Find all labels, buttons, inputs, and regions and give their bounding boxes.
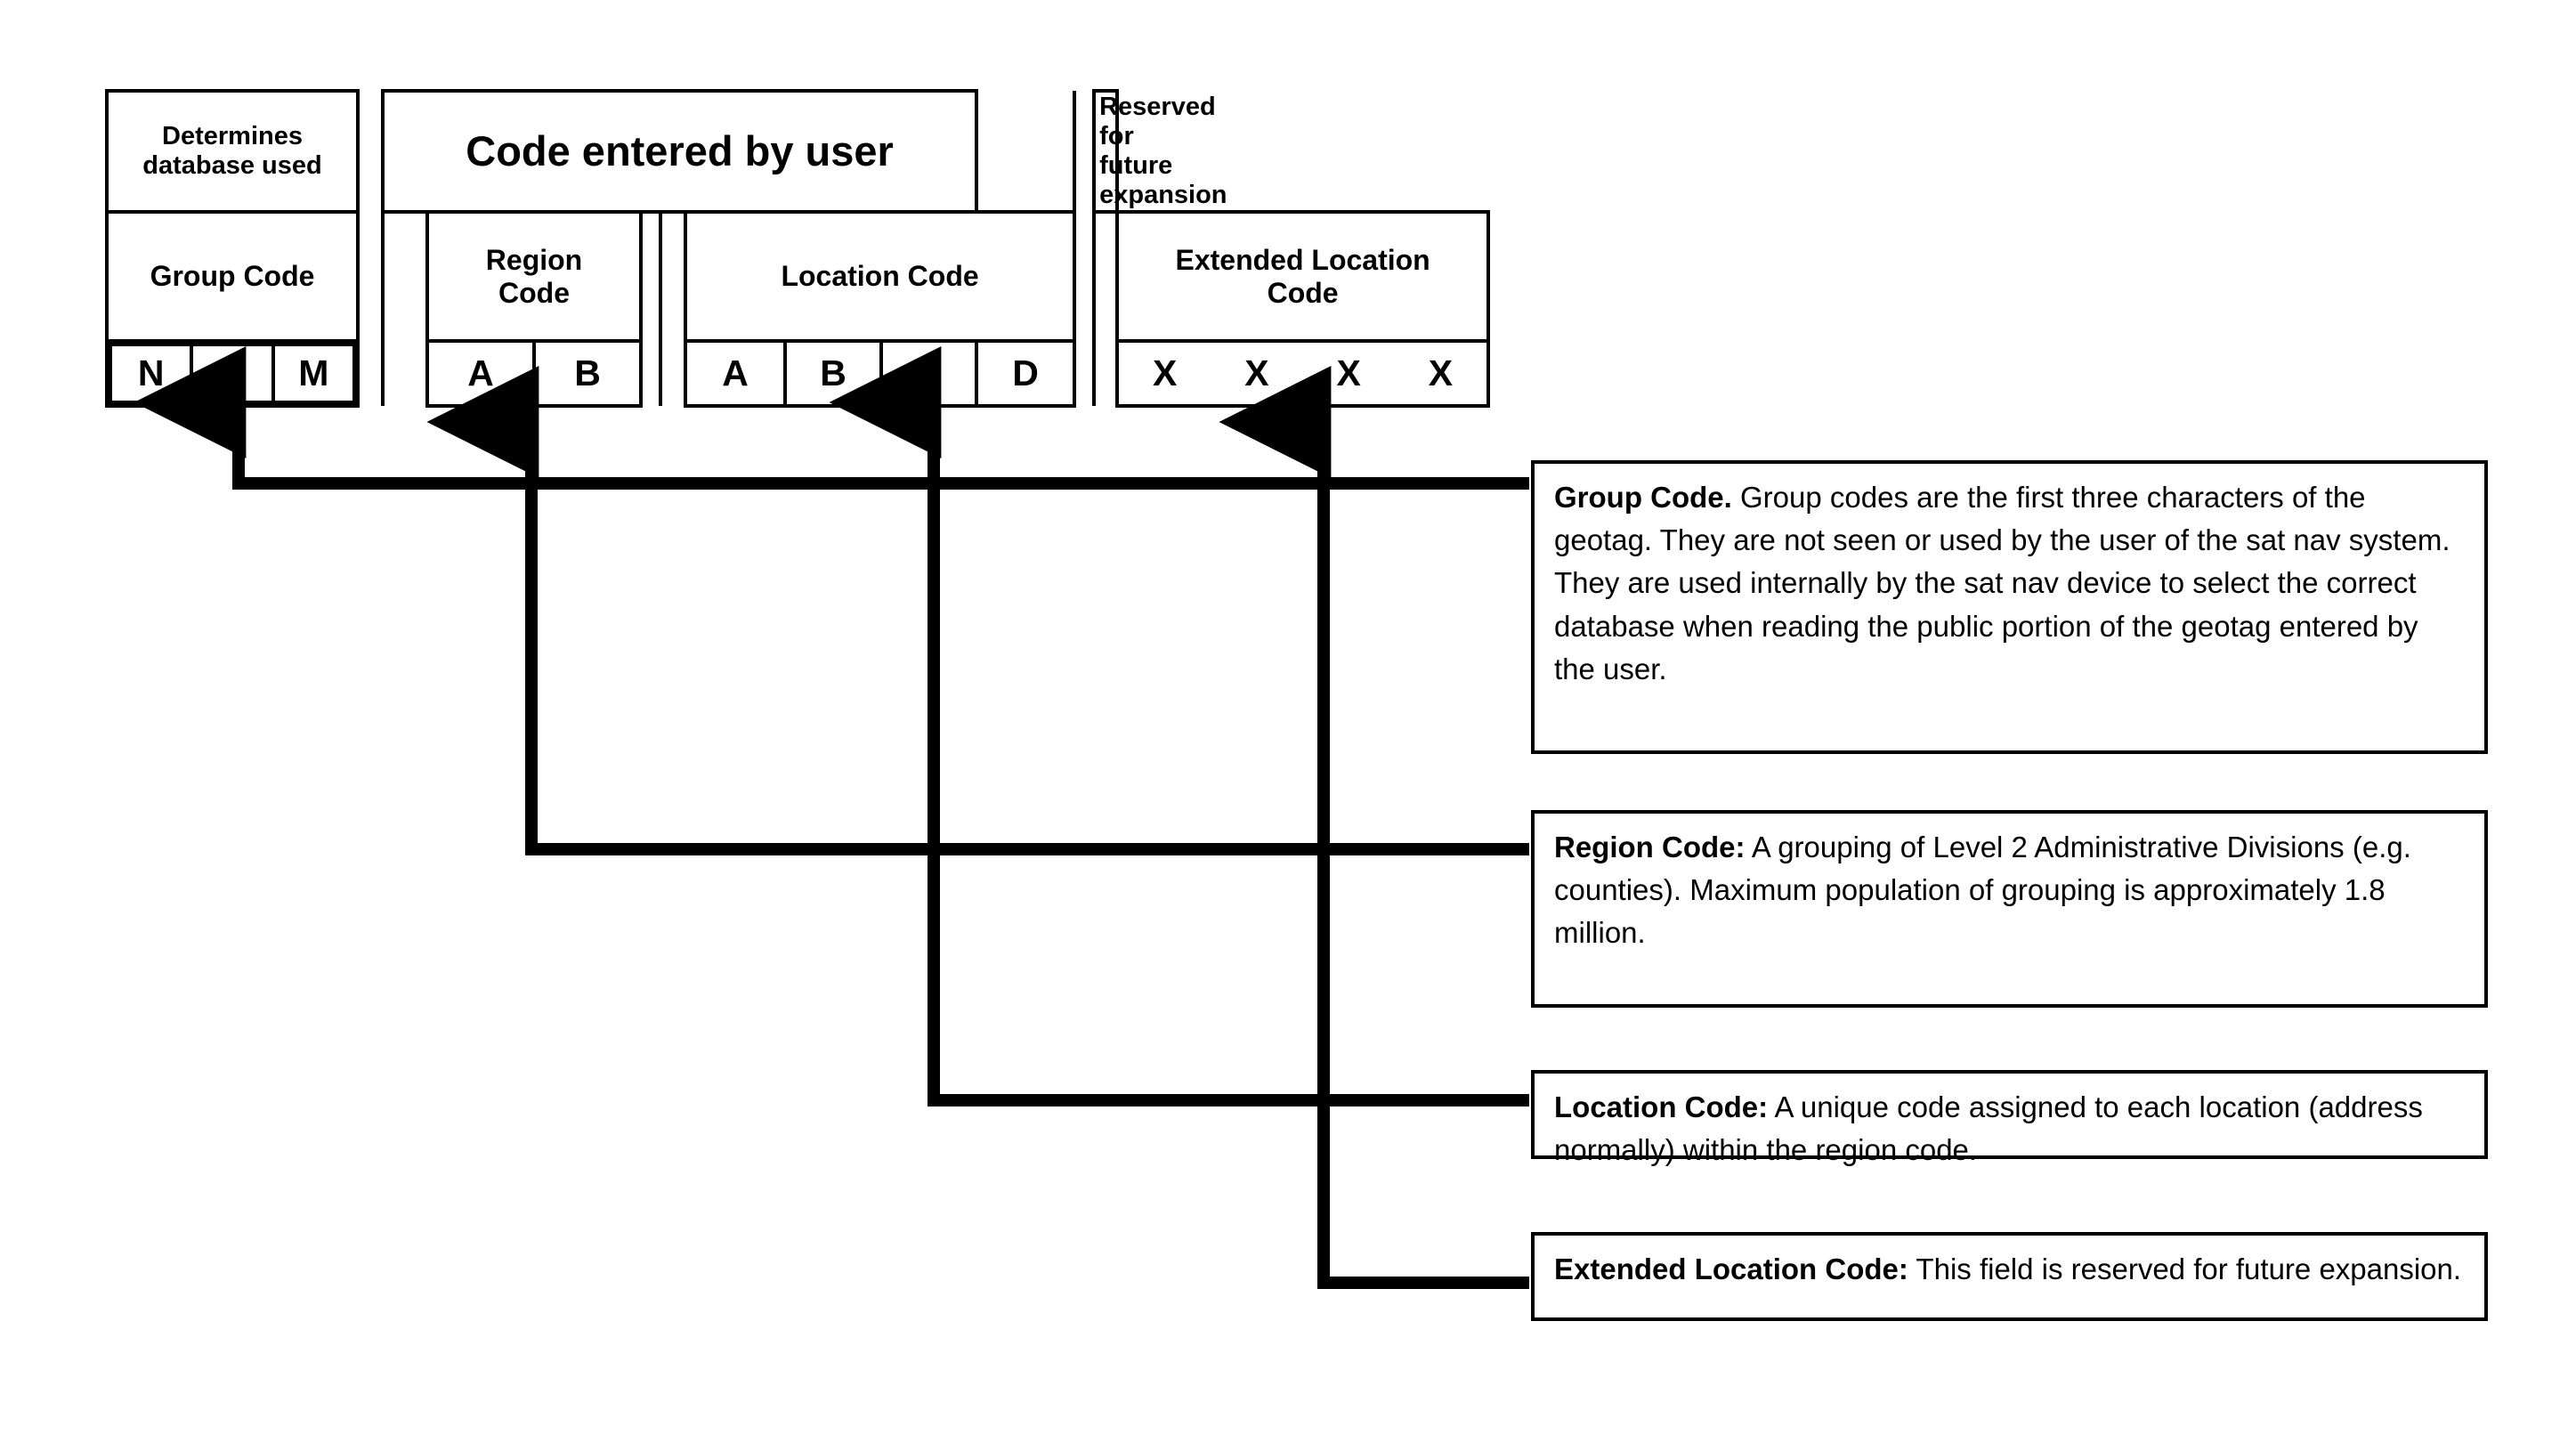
cell-region-code-label: Region Code bbox=[425, 210, 643, 344]
geotag-structure-table: Determines database used Code entered by… bbox=[105, 88, 1491, 409]
cell-determines-database: Determines database used bbox=[105, 88, 360, 215]
cell-spacer-a2b bbox=[381, 212, 429, 342]
cell-location-code-label: Location Code bbox=[683, 210, 1077, 344]
char-cell-extended-2: X bbox=[1336, 353, 1361, 394]
char-cell-location-1: B bbox=[783, 339, 883, 409]
char-cell-group-2: M bbox=[271, 343, 357, 405]
cell-spacer-c1 bbox=[1073, 91, 1097, 213]
callout-location-code: Location Code: A unique code assigned to… bbox=[1531, 1070, 2488, 1166]
cell-spacer-c2 bbox=[1073, 212, 1097, 342]
char-cell-location-0: A bbox=[684, 339, 787, 409]
cell-extended-location-code-label: Extended Location Code bbox=[1115, 210, 1491, 344]
cell-spacer-a3b bbox=[381, 341, 429, 407]
cell-extended-chars: X X X X bbox=[1115, 339, 1491, 409]
cell-spacer-b3b bbox=[659, 341, 687, 407]
cell-group-code-label: Group Code bbox=[105, 210, 360, 344]
char-cell-extended-0: X bbox=[1153, 353, 1178, 394]
char-cell-region-0: A bbox=[425, 339, 536, 409]
cell-spacer-b3 bbox=[639, 341, 662, 407]
cell-spacer-a1 bbox=[358, 91, 383, 212]
char-cell-group-0: N bbox=[108, 343, 194, 405]
cell-spacer-c2b bbox=[1092, 212, 1120, 342]
callout-extended-location-code-text: This field is reserved for future expans… bbox=[1908, 1252, 2462, 1285]
char-cell-extended-1: X bbox=[1244, 353, 1269, 394]
char-cell-location-2: C bbox=[879, 339, 979, 409]
cell-spacer-b2 bbox=[639, 212, 662, 342]
table-row-field-names: Group Code Region Code Location Code Ext… bbox=[105, 210, 1491, 344]
callout-group-code: Group Code. Group codes are the first th… bbox=[1531, 460, 2488, 754]
cell-reserved-future-expansion: Reserved for future expansion bbox=[1092, 88, 1227, 215]
connector-region-code bbox=[426, 366, 1529, 855]
connector-extended-location-code bbox=[1219, 366, 1529, 1289]
diagram-canvas: Determines database used Code entered by… bbox=[0, 0, 2576, 1451]
callout-region-code: Region Code: A grouping of Level 2 Admin… bbox=[1531, 810, 2488, 1008]
char-cell-group-1: A bbox=[190, 343, 275, 405]
cell-spacer-c3 bbox=[1073, 341, 1097, 407]
cell-group-chars: N A M bbox=[105, 339, 360, 409]
callout-group-code-term: Group Code. bbox=[1554, 481, 1732, 514]
cell-spacer-b1 bbox=[976, 91, 1074, 212]
callout-extended-location-code-term: Extended Location Code: bbox=[1554, 1252, 1908, 1285]
cell-spacer-c3b bbox=[1092, 341, 1120, 407]
cell-code-entered-by-user: Code entered by user bbox=[380, 88, 979, 215]
connector-location-code bbox=[829, 346, 1529, 1106]
char-cell-location-3: D bbox=[975, 339, 1077, 409]
cell-spacer-a2 bbox=[356, 212, 385, 342]
char-cell-region-1: B bbox=[532, 339, 643, 409]
cell-spacer-b2b bbox=[659, 212, 687, 342]
callout-region-code-term: Region Code: bbox=[1554, 831, 1746, 863]
table-row-purpose: Determines database used Code entered by… bbox=[105, 88, 1488, 215]
connector-group-code bbox=[134, 346, 1529, 490]
callout-location-code-term: Location Code: bbox=[1554, 1090, 1769, 1123]
table-row-characters: N A M A B A B C D X X X X bbox=[105, 339, 1491, 409]
char-cell-extended-3: X bbox=[1428, 353, 1454, 394]
cell-spacer-a3 bbox=[356, 341, 385, 407]
callout-extended-location-code: Extended Location Code: This field is re… bbox=[1531, 1232, 2488, 1321]
